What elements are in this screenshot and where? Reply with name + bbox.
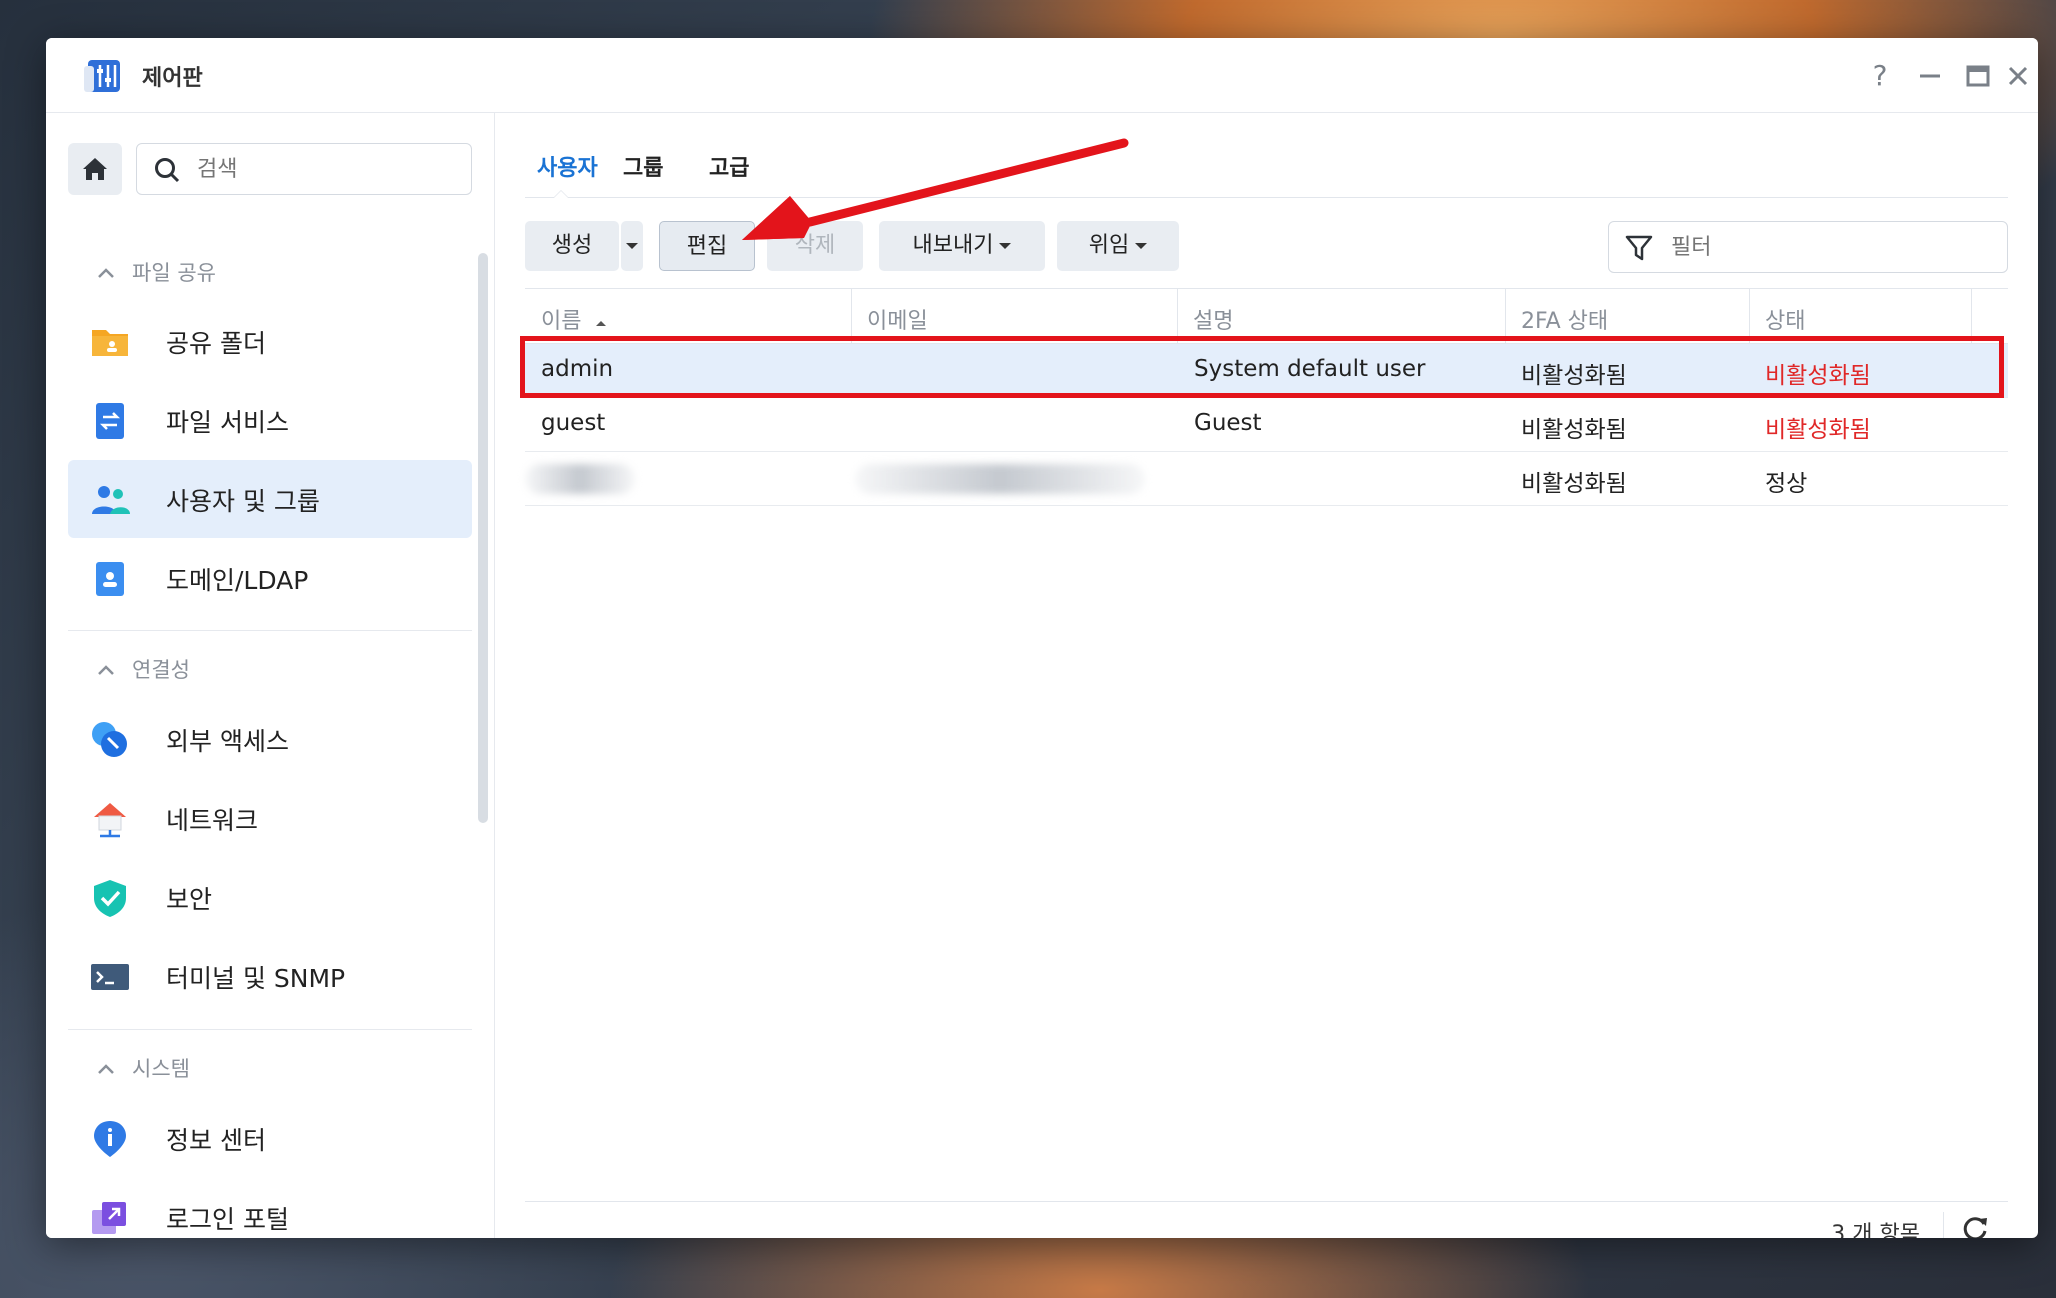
caret-down-icon bbox=[1135, 243, 1148, 249]
minimize-icon[interactable] bbox=[1910, 56, 1950, 96]
filter-input[interactable] bbox=[1669, 230, 1993, 264]
filter-field[interactable] bbox=[1608, 221, 2008, 273]
sidebar-scrollbar[interactable] bbox=[478, 253, 488, 823]
external-access-icon bbox=[92, 722, 127, 757]
blurred-name bbox=[525, 464, 635, 494]
edit-button[interactable]: 편집 bbox=[659, 221, 755, 271]
cell-status: 정상 bbox=[1765, 471, 1808, 497]
sidebar-item-info-center[interactable]: 정보 센터 bbox=[68, 1099, 472, 1177]
sidebar-item-terminal-snmp[interactable]: 터미널 및 SNMP bbox=[68, 937, 472, 1015]
sidebar-item-network[interactable]: 네트워크 bbox=[68, 779, 472, 857]
column-email[interactable]: 이메일 bbox=[867, 303, 928, 335]
sidebar-item-security[interactable]: 보안 bbox=[68, 858, 472, 936]
column-separator bbox=[1177, 289, 1178, 343]
blurred-email bbox=[855, 464, 1145, 494]
home-button[interactable] bbox=[68, 143, 122, 195]
shield-icon bbox=[94, 880, 126, 917]
filter-icon bbox=[1625, 235, 1653, 261]
group-file-sharing[interactable]: 파일 공유 bbox=[96, 257, 216, 287]
network-icon bbox=[94, 803, 126, 838]
sidebar-item-file-services[interactable]: 파일 서비스 bbox=[68, 381, 472, 459]
column-2fa-status[interactable]: 2FA 상태 bbox=[1521, 303, 1608, 335]
search-input[interactable] bbox=[195, 152, 459, 186]
home-icon bbox=[83, 158, 107, 180]
highlight-box bbox=[520, 336, 2004, 398]
column-separator bbox=[1749, 289, 1750, 343]
control-panel-window: 제어판 ? 파일 공유 bbox=[46, 38, 2038, 1238]
cell-2fa-status: 비활성화됨 bbox=[1521, 417, 1627, 443]
column-separator bbox=[1971, 289, 1972, 343]
window-title: 제어판 bbox=[142, 66, 203, 91]
cell-status: 비활성화됨 bbox=[1765, 417, 1871, 443]
delegate-button[interactable]: 위임 bbox=[1057, 221, 1179, 271]
sidebar-divider bbox=[68, 630, 472, 631]
footer-separator bbox=[1943, 1212, 1944, 1238]
table-row[interactable]: guest Guest 비활성화됨 비활성화됨 bbox=[525, 398, 2008, 452]
title-bar: 제어판 ? bbox=[46, 38, 2038, 113]
delete-button[interactable]: 삭제 bbox=[767, 221, 863, 271]
close-icon[interactable] bbox=[1998, 56, 2038, 96]
help-icon[interactable]: ? bbox=[1860, 56, 1900, 96]
cell-description: Guest bbox=[1194, 410, 1262, 436]
control-panel-app-icon bbox=[84, 60, 120, 92]
column-name[interactable]: 이름 bbox=[541, 303, 608, 335]
tab-bar: 사용자 그룹 고급 bbox=[525, 113, 2008, 198]
table-footer: 3 개 항목 bbox=[525, 1201, 2008, 1238]
caret-down-icon bbox=[999, 243, 1012, 249]
sidebar-search[interactable] bbox=[136, 143, 472, 195]
maximize-icon[interactable] bbox=[1958, 56, 1998, 96]
item-count: 3 개 항목 bbox=[1831, 1222, 1920, 1238]
create-dropdown-button[interactable] bbox=[621, 221, 643, 271]
table-row[interactable]: 비활성화됨 정상 bbox=[525, 452, 2008, 506]
tab-groups[interactable]: 그룹 bbox=[623, 150, 663, 182]
column-description[interactable]: 설명 bbox=[1193, 303, 1233, 335]
create-button[interactable]: 생성 bbox=[525, 221, 619, 271]
sidebar-item-domain-ldap[interactable]: 도메인/LDAP bbox=[68, 539, 472, 617]
cell-2fa-status: 비활성화됨 bbox=[1521, 471, 1627, 497]
terminal-icon bbox=[91, 964, 129, 990]
users-icon bbox=[92, 486, 130, 514]
group-system[interactable]: 시스템 bbox=[96, 1053, 190, 1083]
column-separator bbox=[1505, 289, 1506, 343]
active-tab-indicator bbox=[553, 190, 569, 198]
shared-folder-icon bbox=[92, 330, 128, 356]
column-status[interactable]: 상태 bbox=[1765, 303, 1805, 335]
chevron-up-icon bbox=[96, 658, 122, 682]
main-panel: 사용자 그룹 고급 생성 편집 삭제 내보내기 위임 이름 bbox=[495, 113, 2038, 1238]
sidebar-item-user-and-group[interactable]: 사용자 및 그룹 bbox=[68, 460, 472, 538]
export-button[interactable]: 내보내기 bbox=[879, 221, 1045, 271]
sidebar-item-external-access[interactable]: 외부 액세스 bbox=[68, 700, 472, 778]
login-portal-icon bbox=[92, 1202, 126, 1234]
sidebar-item-shared-folder[interactable]: 공유 폴더 bbox=[68, 302, 472, 380]
info-center-icon bbox=[94, 1121, 126, 1157]
tab-users[interactable]: 사용자 bbox=[537, 150, 598, 182]
refresh-icon[interactable] bbox=[1960, 1214, 1990, 1238]
tab-advanced[interactable]: 고급 bbox=[709, 150, 749, 182]
sidebar-divider bbox=[68, 1029, 472, 1030]
cell-name: guest bbox=[541, 410, 606, 436]
chevron-up-icon bbox=[96, 1057, 122, 1081]
group-connectivity[interactable]: 연결성 bbox=[96, 654, 190, 684]
file-services-icon bbox=[96, 403, 124, 439]
caret-down-icon bbox=[626, 243, 638, 249]
sidebar-item-login-portal[interactable]: 로그인 포털 bbox=[68, 1178, 472, 1238]
sort-ascending-icon bbox=[596, 321, 607, 326]
search-icon bbox=[155, 158, 180, 183]
sidebar: 파일 공유 공유 폴더 파일 서비스 bbox=[46, 113, 495, 1238]
column-separator bbox=[851, 289, 852, 343]
domain-ldap-icon bbox=[96, 562, 124, 596]
chevron-up-icon bbox=[96, 261, 122, 285]
